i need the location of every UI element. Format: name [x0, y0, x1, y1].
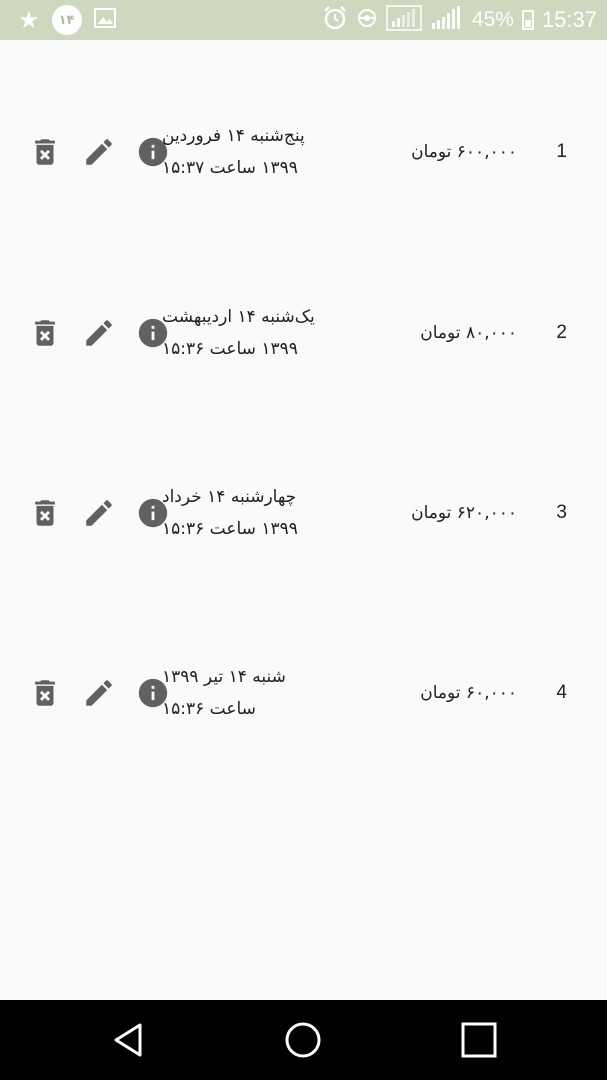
pencil-icon[interactable] — [82, 135, 116, 169]
row-index: 1 — [556, 141, 567, 162]
pencil-icon[interactable] — [82, 676, 116, 710]
price: ۶۰,۰۰۰ تومان — [420, 683, 517, 703]
row-index: 2 — [556, 322, 567, 343]
home-icon[interactable] — [273, 1010, 333, 1070]
date-time: شنبه ۱۴ تیر ۱۳۹۹ ساعت ۱۵:۳۶ — [162, 643, 362, 743]
date-line-2: ۱۳۹۹ ساعت ۱۵:۳۷ — [162, 158, 298, 178]
notification-badge: ۱۴ — [51, 5, 82, 35]
list-item: پنج‌شنبه ۱۴ فروردین ۱۳۹۹ ساعت ۱۵:۳۷ ۶۰۰,… — [0, 102, 607, 202]
date-line-2: ساعت ۱۵:۳۶ — [162, 699, 256, 719]
signal-1-icon — [386, 4, 422, 36]
delete-forever-icon[interactable] — [28, 135, 62, 169]
delete-forever-icon[interactable] — [28, 496, 62, 530]
date-line-2: ۱۳۹۹ ساعت ۱۵:۳۶ — [162, 339, 298, 359]
star-icon: ★ — [18, 6, 40, 34]
price: ۶۲۰,۰۰۰ تومان — [411, 503, 517, 523]
data-saver-icon — [356, 7, 378, 34]
price: ۸۰,۰۰۰ تومان — [420, 323, 517, 343]
status-bar: ★ ۱۴ 45% 15:37 — [0, 0, 607, 40]
list-item: شنبه ۱۴ تیر ۱۳۹۹ ساعت ۱۵:۳۶ ۶۰,۰۰۰ تومان… — [0, 643, 607, 743]
delete-forever-icon[interactable] — [28, 676, 62, 710]
battery-percent: 45% — [471, 8, 514, 31]
navigation-bar — [0, 1000, 607, 1080]
date-line-2: ۱۳۹۹ ساعت ۱۵:۳۶ — [162, 519, 298, 539]
signal-2-icon — [430, 5, 464, 36]
date-time: یک‌شنبه ۱۴ اردیبهشت ۱۳۹۹ ساعت ۱۵:۳۶ — [162, 283, 362, 383]
list-item: چهارشنبه ۱۴ خرداد ۱۳۹۹ ساعت ۱۵:۳۶ ۶۲۰,۰۰… — [0, 463, 607, 563]
pencil-icon[interactable] — [82, 316, 116, 350]
back-icon[interactable] — [98, 1010, 158, 1070]
date-line-1: چهارشنبه ۱۴ خرداد — [162, 487, 297, 507]
recents-icon[interactable] — [449, 1010, 509, 1070]
image-icon — [93, 8, 116, 32]
price: ۶۰۰,۰۰۰ تومان — [411, 142, 517, 162]
row-index: 3 — [556, 502, 567, 523]
date-line-1: شنبه ۱۴ تیر ۱۳۹۹ — [162, 667, 286, 687]
alarm-icon — [322, 5, 348, 36]
date-line-1: یک‌شنبه ۱۴ اردیبهشت — [162, 307, 315, 327]
date-time: چهارشنبه ۱۴ خرداد ۱۳۹۹ ساعت ۱۵:۳۶ — [162, 463, 362, 563]
row-index: 4 — [556, 682, 567, 703]
date-time: پنج‌شنبه ۱۴ فروردین ۱۳۹۹ ساعت ۱۵:۳۷ — [162, 102, 362, 202]
clock: 15:37 — [541, 7, 597, 32]
battery-icon — [521, 10, 534, 30]
pencil-icon[interactable] — [82, 496, 116, 530]
list-item: یک‌شنبه ۱۴ اردیبهشت ۱۳۹۹ ساعت ۱۵:۳۶ ۸۰,۰… — [0, 283, 607, 383]
delete-forever-icon[interactable] — [28, 316, 62, 350]
date-line-1: پنج‌شنبه ۱۴ فروردین — [162, 126, 305, 146]
